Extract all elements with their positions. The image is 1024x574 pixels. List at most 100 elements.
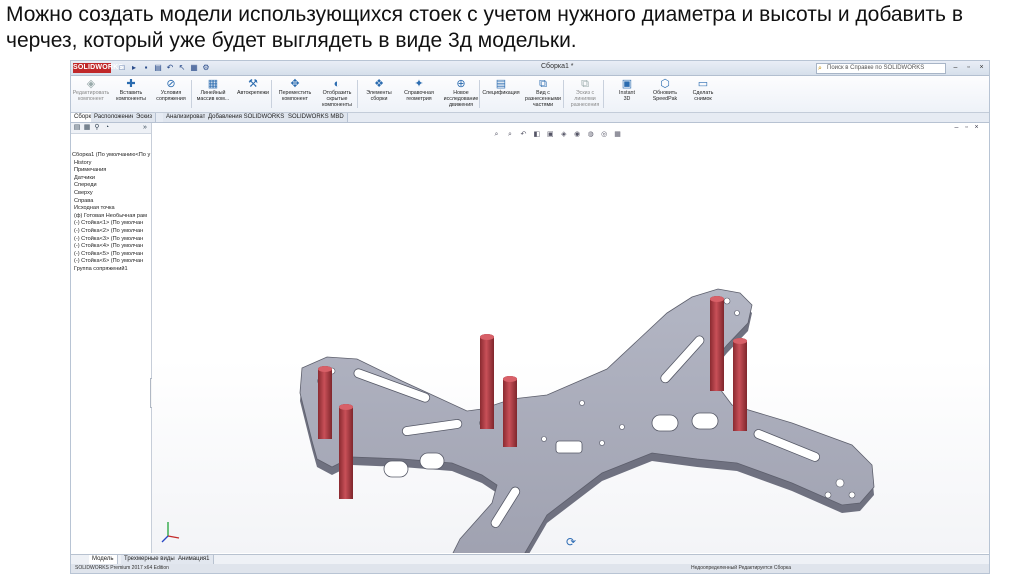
snapshot-icon: ▭ — [697, 78, 709, 90]
command-button[interactable]: ▭ Сделать снимок — [683, 78, 723, 110]
tree-item[interactable]: (-) Стойка<2> (По умолчан — [71, 228, 151, 236]
tree-item[interactable]: History — [71, 160, 151, 168]
command-button[interactable]: ✥ Переместить компонент — [275, 78, 315, 110]
command-label: Справочная геометрия — [404, 90, 434, 102]
separator — [271, 80, 272, 108]
separator — [479, 80, 480, 108]
quick-access-icon[interactable]: ▪ — [141, 63, 151, 73]
command-manager: ◈ Редактировать компонент ✚ Вставить компон… — [71, 76, 989, 113]
feature-manager-tree: ▤ ▦ ⚲ ◔ » Сборка1 (По умолчанию<По у Hist… — [71, 123, 155, 553]
command-label: Отобразить скрытые компоненты — [322, 90, 352, 108]
display-manager-icon[interactable]: ◔ — [103, 124, 111, 132]
reference-geometry-icon: ✦ — [414, 78, 424, 90]
quick-access-icon[interactable]: □ — [117, 63, 127, 73]
tree-items: Сборка1 (По умолчанию<По у History Примеча… — [71, 152, 151, 274]
move-component-icon: ✥ — [290, 78, 300, 90]
command-button[interactable]: ▤ Спецификация — [481, 78, 521, 110]
quick-access-icon[interactable]: ▸ — [129, 63, 139, 73]
speedpak-icon: ⬡ — [660, 78, 670, 90]
rotate-cursor-icon: ⟳ — [565, 535, 577, 549]
edit-component-icon: ◈ — [86, 78, 96, 90]
drone-frame-model[interactable] — [152, 123, 989, 553]
command-button[interactable]: ⊘ Условия сопряжения — [151, 78, 191, 110]
feature-tree-icon[interactable]: ▤ — [73, 124, 81, 132]
tree-item[interactable]: (-) Стойка<5> (По умолчан — [71, 251, 151, 259]
command-button[interactable]: ⬡ Обновить SpeedPak — [645, 78, 685, 110]
title-bar: SOLIDWORKS □ ▸ ▪ ▤ ↶ ↖ ▦ ⚙ Сборка1 * ⌕ Поиск в … — [71, 61, 989, 76]
bottom-tab[interactable]: Трехмерные виды — [121, 555, 179, 564]
separator — [563, 80, 564, 108]
config-manager-icon[interactable]: ⚲ — [93, 124, 101, 132]
command-tabs: Сборка Расположение Эскиз Анализировать Доба… — [71, 113, 989, 123]
tree-item[interactable]: Группа сопряжений1 — [71, 266, 151, 274]
close-button[interactable]: × — [977, 63, 986, 72]
command-tab[interactable]: SOLIDWORKS MBD — [285, 113, 348, 122]
separator — [191, 80, 192, 108]
command-button[interactable]: ◈ Редактировать компонент — [71, 78, 111, 110]
command-tab[interactable]: Эскиз — [133, 113, 157, 122]
command-label: Новое исследование движения — [443, 90, 479, 108]
bottom-tab[interactable]: Анимация1 — [175, 555, 214, 564]
command-label: Сделать снимок — [692, 90, 714, 102]
tree-item[interactable]: Сборка1 (По умолчанию<По у — [71, 152, 151, 160]
tree-item[interactable]: (-) Стойка<1> (По умолчан — [71, 220, 151, 228]
command-button[interactable]: ▦ Линейный массив ком... — [193, 78, 233, 110]
show-hidden-icon: ◐ — [333, 78, 341, 90]
command-button[interactable]: ⧉ Вид с разнесенными частями — [523, 78, 563, 110]
separator — [603, 80, 604, 108]
tree-item[interactable]: Датчики — [71, 175, 151, 183]
command-tab[interactable]: Добавления SOLIDWORKS — [205, 113, 289, 122]
command-button[interactable]: ✦ Справочная геометрия — [399, 78, 439, 110]
exploded-view-icon: ⧉ — [539, 78, 547, 90]
command-label: Условия сопряжения — [156, 90, 186, 102]
tree-item[interactable]: Примечания — [71, 167, 151, 175]
command-button[interactable]: ⊕ Новое исследование движения — [441, 78, 481, 110]
smart-fasteners-icon: ⚒ — [248, 78, 258, 90]
command-button[interactable]: ✚ Вставить компоненты — [111, 78, 151, 110]
command-button[interactable]: ⚒ Автокрепежи — [233, 78, 273, 110]
property-manager-icon[interactable]: ▦ — [83, 124, 91, 132]
expand-chevron-icon[interactable]: » — [141, 124, 149, 132]
help-search-input[interactable]: ⌕ Поиск в Справке по SOLIDWORKS — [816, 63, 946, 74]
status-right: Недоопределенный Редактируется Сборка — [691, 565, 791, 571]
status-bar: SOLIDWORKS Premium 2017 x64 Edition Недо… — [71, 564, 989, 573]
command-tab[interactable]: Расположение — [91, 113, 139, 122]
motion-study-icon: ⊕ — [456, 78, 466, 90]
bottom-tabs: Модель Трехмерные виды Анимация1 — [71, 554, 989, 564]
linear-pattern-icon: ▦ — [207, 78, 219, 90]
plate-top — [299, 288, 875, 553]
document-title: Сборка1 * — [541, 63, 574, 70]
graphics-area[interactable]: ⌕ ⌕ ↶ ◧ ▣ ◈ ◉ ◍ ◎ ▦ – ▫ × ⟳ — [152, 123, 989, 553]
command-button[interactable]: ◐ Отобразить скрытые компоненты — [317, 78, 357, 110]
command-label: Спецификация — [482, 90, 520, 96]
bottom-tab[interactable]: Модель — [89, 555, 118, 564]
explode-line-sketch-icon: ⧉ — [581, 78, 589, 90]
tree-item[interactable]: Спереди — [71, 182, 151, 190]
tree-item[interactable]: Сверху — [71, 190, 151, 198]
command-label: Вставить компоненты — [116, 90, 146, 102]
solidworks-logo[interactable]: SOLIDWORKS — [73, 63, 123, 73]
quick-access-icon[interactable]: ▦ — [189, 63, 199, 73]
command-button[interactable]: ❖ Элементы сборки — [359, 78, 399, 110]
quick-access-icon[interactable]: ⚙ — [201, 63, 211, 73]
coordinate-triad-icon — [161, 522, 180, 543]
command-label: Редактировать компонент — [72, 90, 110, 102]
quick-access-icon[interactable]: ↖ — [177, 63, 187, 73]
quick-access-icon[interactable]: ↶ — [165, 63, 175, 73]
assembly-features-icon: ❖ — [374, 78, 384, 90]
tree-item[interactable]: (-) Стойка<3> (По умолчан — [71, 236, 151, 244]
solidworks-window: SOLIDWORKS □ ▸ ▪ ▤ ↶ ↖ ▦ ⚙ Сборка1 * ⌕ Поиск в … — [70, 60, 990, 574]
minimize-button[interactable]: – — [951, 63, 960, 72]
command-button[interactable]: ▣ Instant 3D — [607, 78, 647, 110]
tree-item[interactable]: (-) Стойка<4> (По умолчан — [71, 243, 151, 251]
quick-access-icon[interactable]: ▤ — [153, 63, 163, 73]
command-label: Эскиз с линиями разнесения — [570, 90, 600, 108]
tree-item[interactable]: Исходная точка — [71, 205, 151, 213]
tree-item[interactable]: (-) Стойка<6> (По умолчан — [71, 258, 151, 266]
tree-item[interactable]: (ф) Готовая Необычная рам — [71, 213, 151, 221]
restore-button[interactable]: ▫ — [964, 63, 973, 72]
command-button[interactable]: ⧉ Эскиз с линиями разнесения — [565, 78, 605, 110]
insert-components-icon: ✚ — [126, 78, 136, 90]
bom-icon: ▤ — [495, 78, 507, 90]
tree-item[interactable]: Справа — [71, 198, 151, 206]
